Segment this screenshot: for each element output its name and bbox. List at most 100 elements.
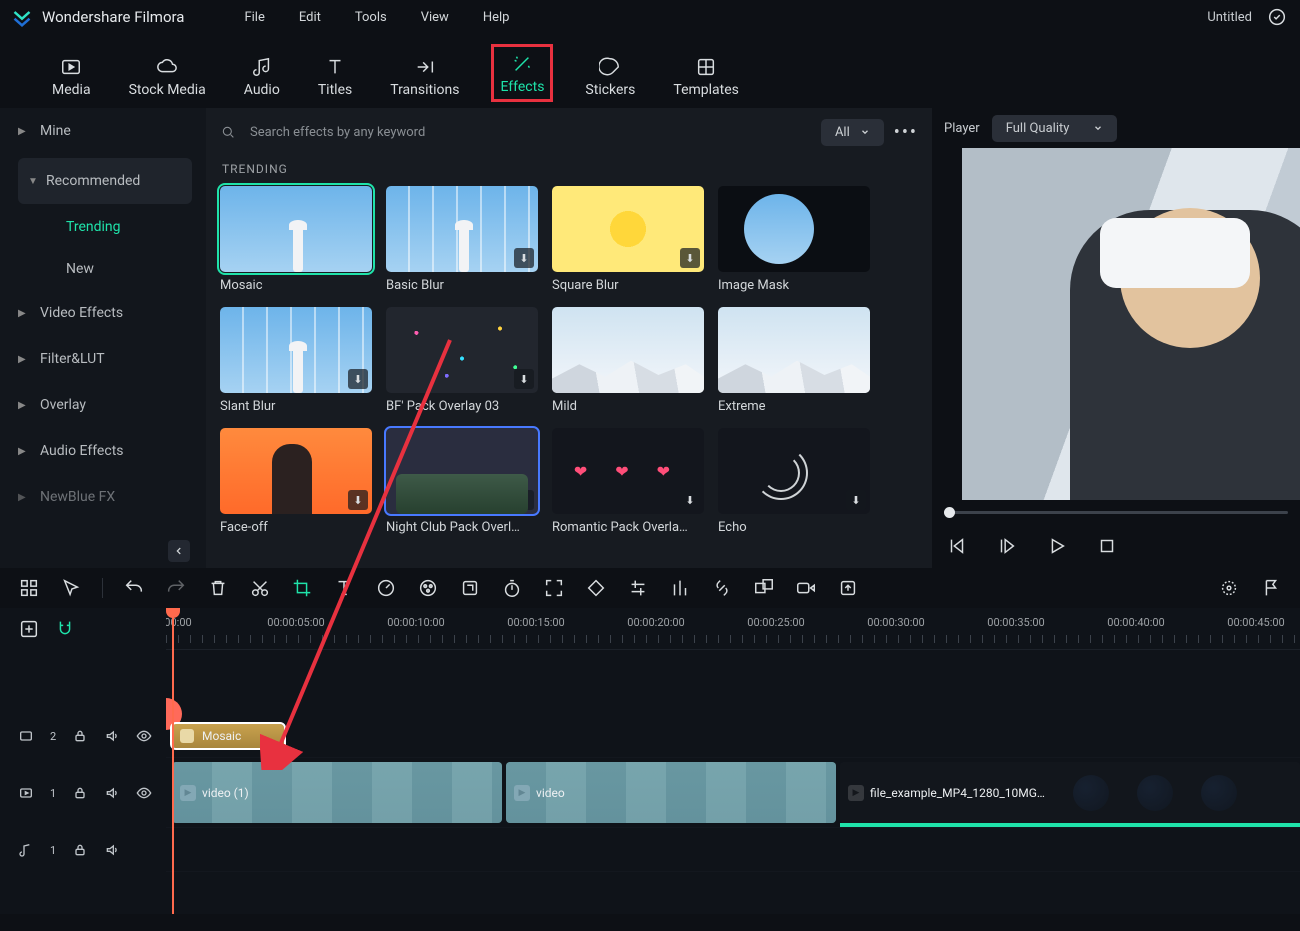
preview-viewport[interactable] <box>962 148 1300 500</box>
download-icon[interactable]: ⬇ <box>514 248 534 268</box>
pointer-icon[interactable] <box>60 577 82 599</box>
effect-thumb[interactable]: ⬇ <box>718 428 870 514</box>
cut-button[interactable] <box>249 577 271 599</box>
group-button[interactable] <box>753 577 775 599</box>
effect-card-extreme[interactable]: Extreme <box>718 307 870 414</box>
effect-thumb[interactable]: ⬇ <box>220 428 372 514</box>
sidebar-item-trending[interactable]: Trending <box>0 206 206 248</box>
effect-card-romantic[interactable]: ⬇Romantic Pack Overla… <box>552 428 704 535</box>
sidebar-item-audio-effects[interactable]: ▶Audio Effects <box>0 428 206 474</box>
color-button[interactable] <box>417 577 439 599</box>
tab-titles[interactable]: Titles <box>312 50 358 102</box>
effect-thumb[interactable] <box>718 307 870 393</box>
sidebar-item-newblue[interactable]: ▶NewBlue FX <box>0 474 206 520</box>
effect-thumb[interactable]: ⬇ <box>386 307 538 393</box>
keyframe-button[interactable] <box>585 577 607 599</box>
effect-card-echo[interactable]: ⬇Echo <box>718 428 870 535</box>
mask-button[interactable] <box>459 577 481 599</box>
effect-thumb[interactable]: ⬇ <box>220 307 372 393</box>
lock-icon[interactable] <box>72 842 88 858</box>
menu-tools[interactable]: Tools <box>355 10 387 25</box>
magnet-button[interactable] <box>54 618 76 640</box>
effect-card-night-club[interactable]: ⬇Night Club Pack Overl… <box>386 428 538 535</box>
effect-card-square-blur[interactable]: ⬇Square Blur <box>552 186 704 293</box>
more-menu-button[interactable]: ••• <box>894 122 918 143</box>
download-icon[interactable]: ⬇ <box>846 490 866 510</box>
add-track-button[interactable] <box>18 618 40 640</box>
menu-file[interactable]: File <box>244 10 264 25</box>
export-button[interactable] <box>837 577 859 599</box>
undo-button[interactable] <box>123 577 145 599</box>
download-icon[interactable]: ⬇ <box>348 490 368 510</box>
crop-button[interactable] <box>291 577 313 599</box>
cloud-sync-icon[interactable] <box>1266 6 1288 28</box>
sidebar-item-recommended[interactable]: ▼Recommended <box>18 158 192 204</box>
mute-icon[interactable] <box>104 728 120 744</box>
stopwatch-button[interactable] <box>501 577 523 599</box>
timeline-lanes[interactable]: 00:00 00:00:05:00 00:00:10:00 00:00:15:0… <box>166 608 1300 914</box>
download-icon[interactable]: ⬇ <box>514 490 534 510</box>
stop-button[interactable] <box>1096 535 1118 557</box>
menu-view[interactable]: View <box>421 10 449 25</box>
tab-effects[interactable]: Effects <box>491 44 553 102</box>
lock-icon[interactable] <box>72 728 88 744</box>
mute-icon[interactable] <box>104 785 120 801</box>
scrub-handle[interactable] <box>944 507 955 518</box>
text-button[interactable] <box>333 577 355 599</box>
record-button[interactable] <box>795 577 817 599</box>
video-clip-3[interactable]: ▶file_example_MP4_1280_10MG… <box>840 762 1300 823</box>
effect-card-mosaic[interactable]: Mosaic <box>220 186 372 293</box>
download-icon[interactable]: ⬇ <box>348 369 368 389</box>
search-input[interactable]: Search effects by any keyword <box>220 124 811 140</box>
prev-frame-button[interactable] <box>946 535 968 557</box>
download-icon[interactable]: ⬇ <box>514 369 534 389</box>
filter-dropdown[interactable]: All <box>821 119 884 146</box>
fullscreen-button[interactable] <box>543 577 565 599</box>
time-ruler[interactable]: 00:00 00:00:05:00 00:00:10:00 00:00:15:0… <box>166 608 1300 650</box>
play-button[interactable] <box>1046 535 1068 557</box>
marker-flag-icon[interactable] <box>1260 577 1282 599</box>
effect-card-bf-pack[interactable]: ⬇BF' Pack Overlay 03 <box>386 307 538 414</box>
effect-thumb[interactable] <box>718 186 870 272</box>
tab-audio[interactable]: Audio <box>238 50 286 102</box>
sidebar-item-mine[interactable]: ▶Mine <box>0 108 206 154</box>
download-icon[interactable]: ⬇ <box>680 490 700 510</box>
video-clip-1[interactable]: ▶video (1) <box>172 762 502 823</box>
effect-thumb[interactable]: ⬇ <box>386 428 538 514</box>
play-in-button[interactable] <box>996 535 1018 557</box>
sidebar-collapse-button[interactable] <box>168 540 190 562</box>
redo-button[interactable] <box>165 577 187 599</box>
effect-card-image-mask[interactable]: Image Mask <box>718 186 870 293</box>
scrub-bar[interactable] <box>932 500 1300 524</box>
fx-track[interactable]: Mosaic <box>166 714 1300 758</box>
sidebar-item-overlay[interactable]: ▶Overlay <box>0 382 206 428</box>
mute-icon[interactable] <box>104 842 120 858</box>
tab-media[interactable]: Media <box>46 50 97 102</box>
tab-stickers[interactable]: Stickers <box>579 50 641 102</box>
video-track[interactable]: ▶video (1) ▶video ▶file_example_MP4_1280… <box>166 758 1300 828</box>
effect-thumb[interactable]: ⬇ <box>552 428 704 514</box>
menu-help[interactable]: Help <box>483 10 510 25</box>
effect-thumb[interactable] <box>552 307 704 393</box>
delete-button[interactable] <box>207 577 229 599</box>
quality-dropdown[interactable]: Full Quality <box>992 115 1118 142</box>
effect-thumb[interactable] <box>220 186 372 272</box>
effect-card-slant-blur[interactable]: ⬇Slant Blur <box>220 307 372 414</box>
effect-clip[interactable]: Mosaic <box>172 724 284 748</box>
adjust-button[interactable] <box>627 577 649 599</box>
sidebar-item-filter-lut[interactable]: ▶Filter&LUT <box>0 336 206 382</box>
effect-thumb[interactable]: ⬇ <box>552 186 704 272</box>
effect-card-mild[interactable]: Mild <box>552 307 704 414</box>
effect-card-face-off[interactable]: ⬇Face-off <box>220 428 372 535</box>
eye-icon[interactable] <box>136 785 152 801</box>
download-icon[interactable]: ⬇ <box>680 248 700 268</box>
playhead[interactable] <box>172 608 174 914</box>
menu-edit[interactable]: Edit <box>299 10 321 25</box>
audio-track[interactable] <box>166 828 1300 872</box>
video-clip-2[interactable]: ▶video <box>506 762 836 823</box>
apps-icon[interactable] <box>18 577 40 599</box>
speed-button[interactable] <box>375 577 397 599</box>
sidebar-item-new[interactable]: New <box>0 248 206 290</box>
lock-icon[interactable] <box>72 785 88 801</box>
effect-card-basic-blur[interactable]: ⬇Basic Blur <box>386 186 538 293</box>
